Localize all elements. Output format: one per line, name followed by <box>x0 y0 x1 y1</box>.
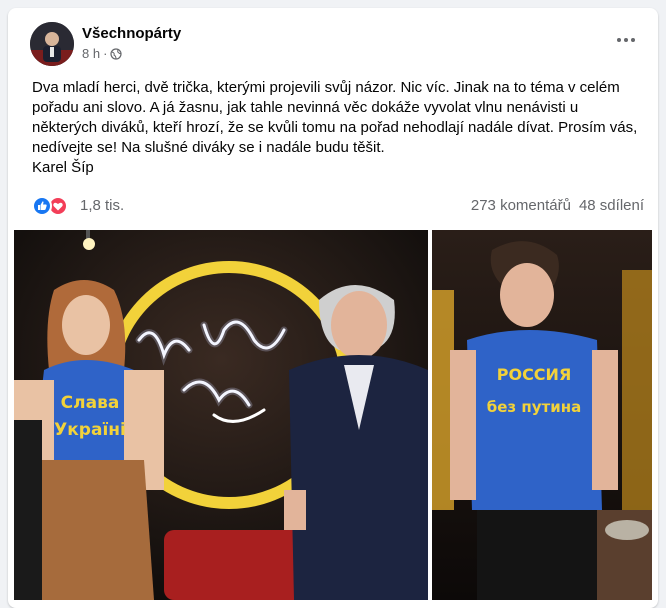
comments-count[interactable]: 273 komentářů <box>471 197 571 214</box>
shirt-text-right-line1: РОССИЯ <box>497 365 572 384</box>
shirt-text-left-line1: Слава <box>61 393 120 413</box>
post-text: Dva mladí herci, dvě trička, kterými pro… <box>32 78 644 178</box>
photo-right[interactable]: РОССИЯ без путина <box>432 230 652 600</box>
photo-left[interactable]: Слава Україні <box>14 230 428 600</box>
more-options-button[interactable] <box>614 30 638 50</box>
post-card: Všechnopárty 8 h · Dva mladí herci, dvě … <box>8 8 658 608</box>
photo-grid: Слава Україні РОССИЯ без путина <box>14 230 652 600</box>
shirt-text-right-line2: без путина <box>487 398 581 416</box>
more-icon <box>617 38 621 42</box>
post-time[interactable]: 8 h <box>82 46 100 61</box>
reaction-count[interactable]: 1,8 tis. <box>80 197 124 214</box>
post-signature: Karel Šíp <box>32 159 94 176</box>
more-icon-dot <box>631 38 635 42</box>
stats-right: 273 komentářů 48 sdílení <box>471 197 644 214</box>
meta-separator: · <box>103 46 108 61</box>
globe-icon[interactable] <box>110 47 123 60</box>
page-name-link[interactable]: Všechnopárty <box>82 25 181 42</box>
shares-count[interactable]: 48 sdílení <box>579 197 644 214</box>
post-meta: 8 h · <box>82 46 123 61</box>
like-icon <box>32 196 52 216</box>
post-header: Všechnopárty 8 h · <box>8 8 658 72</box>
shirt-text-left-line2: Україні <box>54 420 126 440</box>
page-avatar[interactable] <box>30 22 74 66</box>
reaction-icons[interactable] <box>32 196 72 216</box>
post-paragraph: Dva mladí herci, dvě trička, kterými pro… <box>32 79 638 156</box>
post-stats: 1,8 tis. 273 komentářů 48 sdílení <box>32 196 644 218</box>
more-icon-dot <box>624 38 628 42</box>
